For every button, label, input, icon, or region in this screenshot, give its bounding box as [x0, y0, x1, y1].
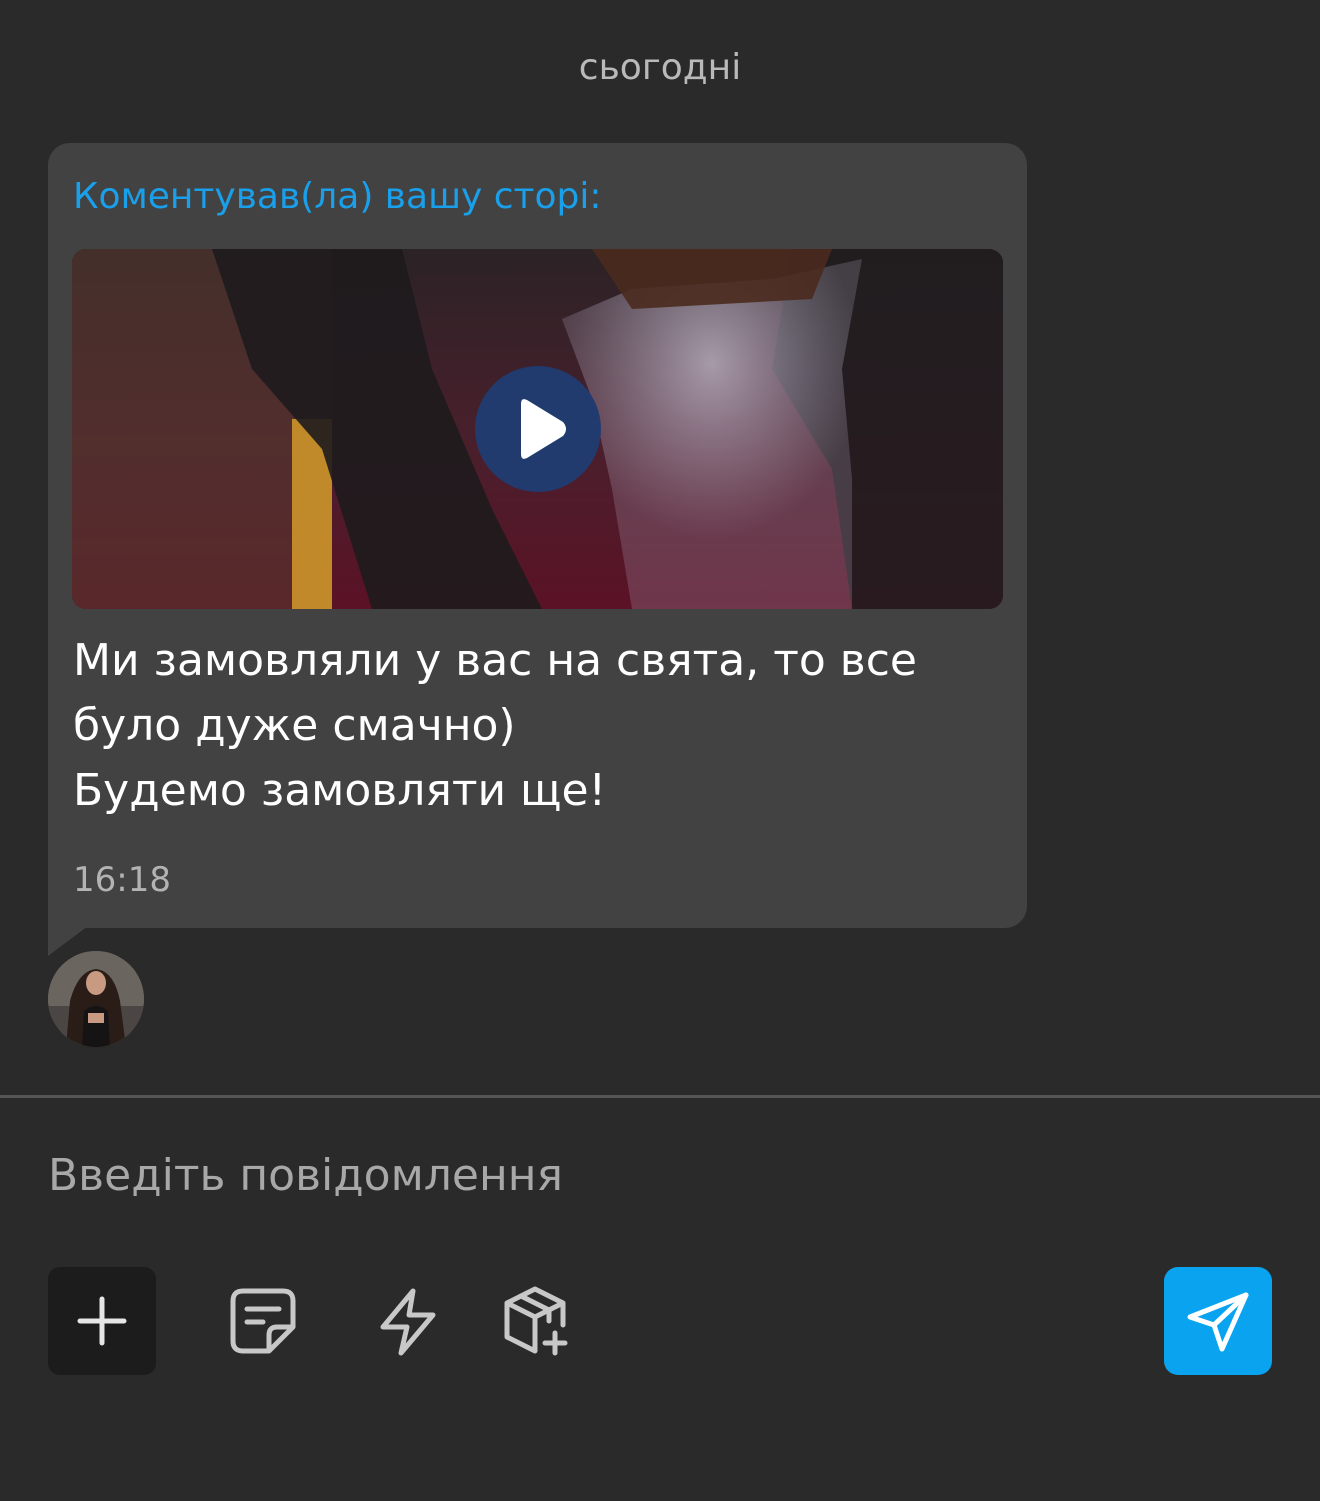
date-separator: сьогодні — [578, 47, 742, 88]
note-icon — [230, 1288, 296, 1354]
message-line: було дуже смачно) — [73, 700, 516, 751]
message-bubble-tail — [48, 926, 88, 956]
message-line: Будемо замовляти ще! — [73, 765, 607, 816]
send-icon — [1187, 1292, 1249, 1352]
add-product-button[interactable] — [481, 1267, 589, 1375]
send-button[interactable] — [1164, 1267, 1272, 1375]
lightning-icon — [380, 1288, 436, 1356]
package-add-icon — [504, 1286, 568, 1356]
avatar-photo — [48, 951, 144, 1047]
quick-replies-button[interactable] — [353, 1267, 461, 1375]
message-input[interactable] — [48, 1140, 1272, 1210]
sender-avatar[interactable] — [48, 951, 144, 1047]
composer-divider — [0, 1095, 1320, 1098]
message-timestamp: 16:18 — [73, 860, 171, 900]
templates-button[interactable] — [209, 1267, 317, 1375]
add-attachment-button[interactable] — [48, 1267, 156, 1375]
message-text: Ми замовляли у вас на свята, то все було… — [73, 628, 993, 823]
message-line: Ми замовляли у вас на свята, то все — [73, 635, 917, 686]
story-video-preview[interactable] — [72, 249, 1003, 609]
plus-icon — [77, 1296, 127, 1346]
play-icon — [521, 399, 566, 459]
story-reply-label: Коментував(ла) вашу сторі: — [73, 176, 602, 217]
play-button[interactable] — [475, 366, 601, 492]
